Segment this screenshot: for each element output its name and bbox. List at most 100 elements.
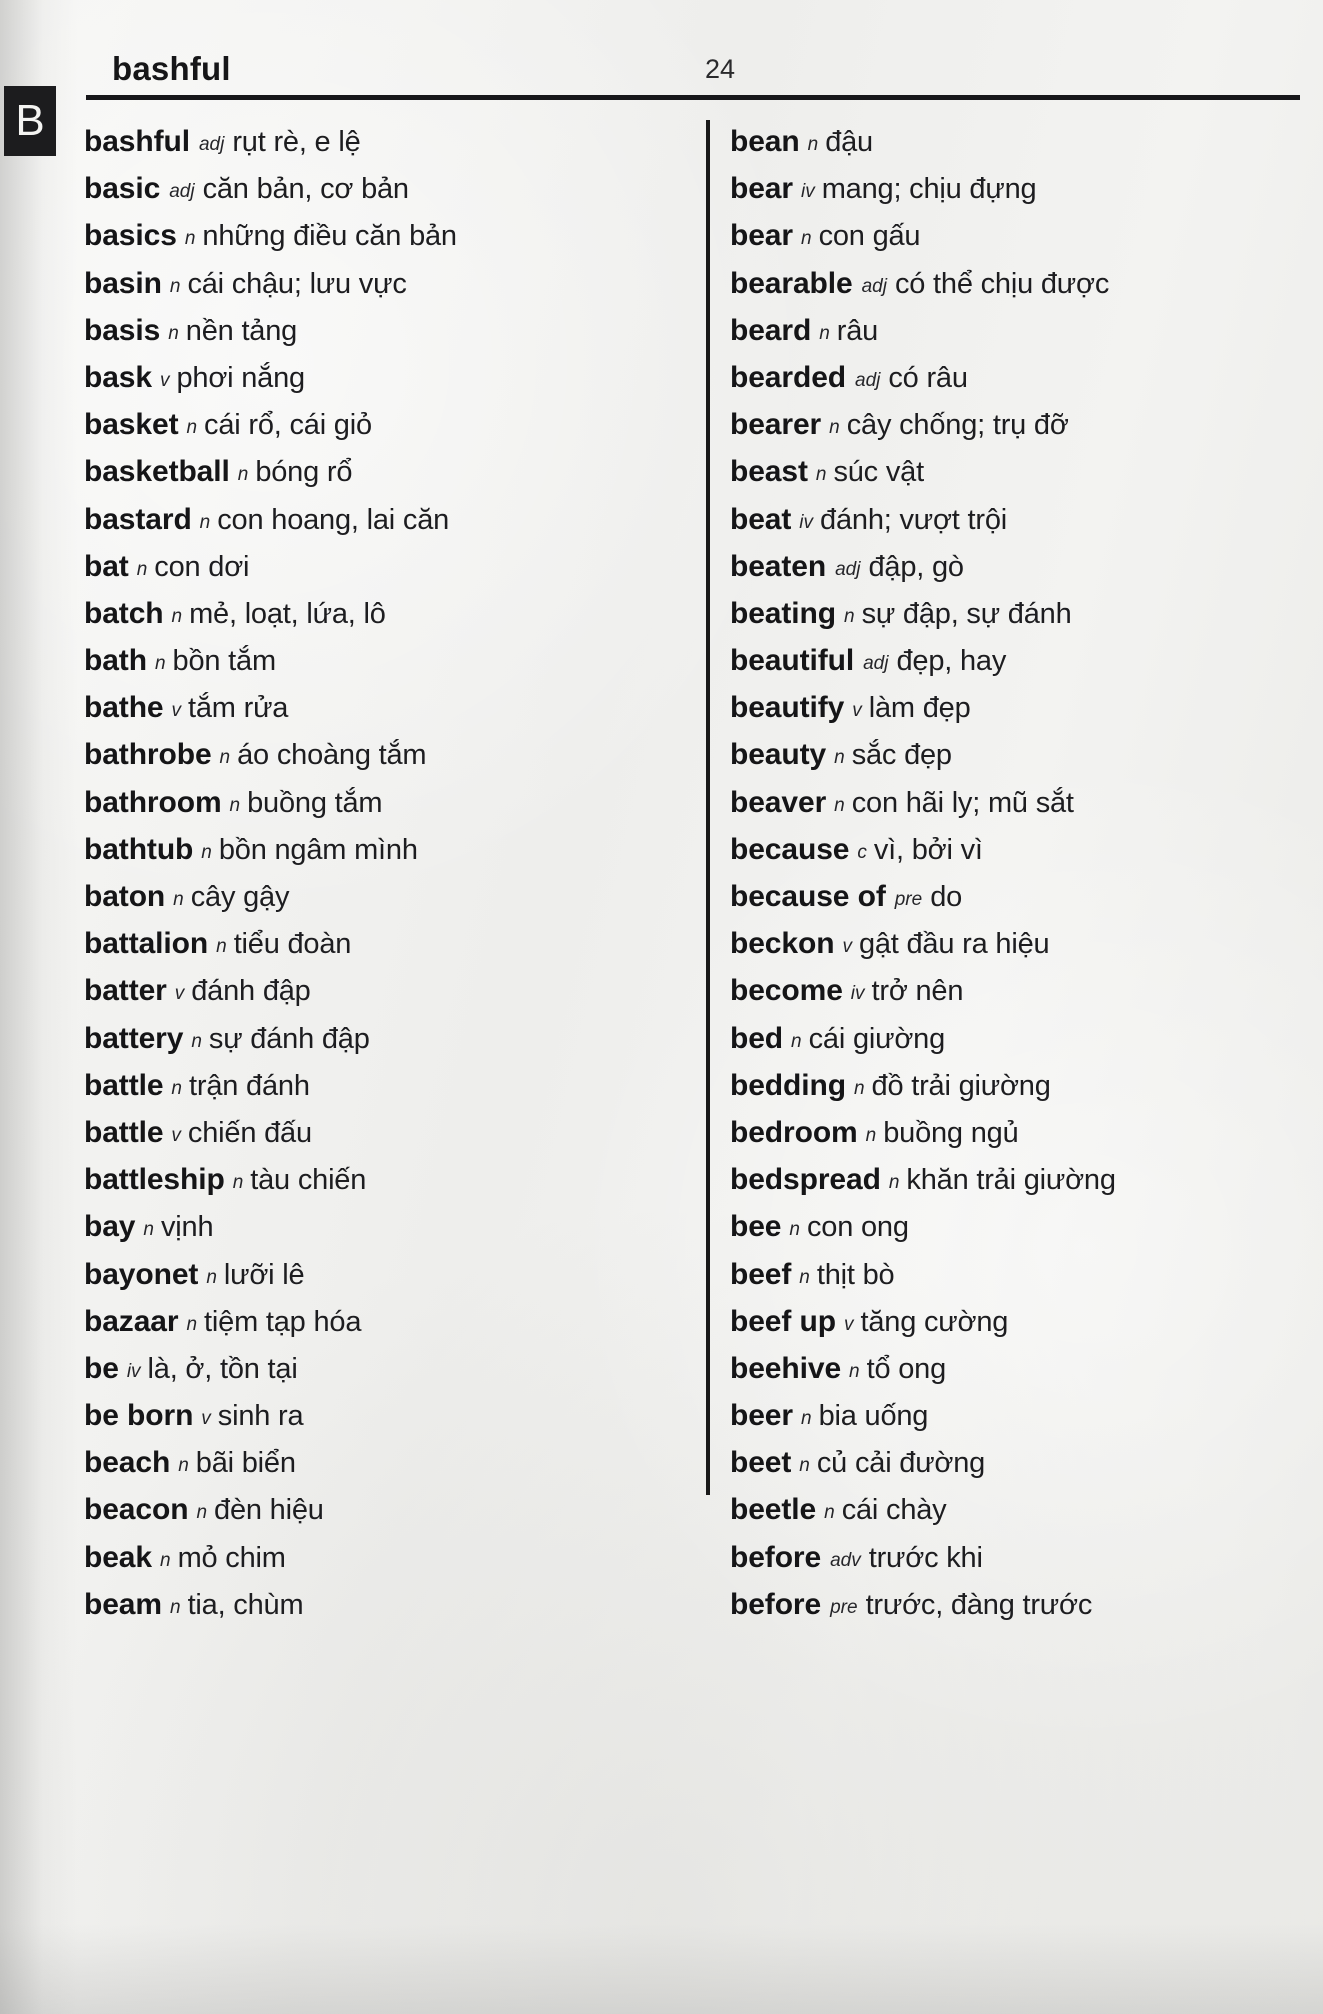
entry-headword: before [730, 1540, 822, 1574]
entry-headword: beat [730, 502, 792, 536]
entry-headword: baton [84, 880, 166, 913]
entry-definition: sắc đẹp [851, 739, 952, 772]
entry-part-of-speech: n [799, 1266, 810, 1288]
dictionary-entry: battery n sự đánh đập [84, 1015, 684, 1062]
dictionary-entry: beacon n đèn hiệu [84, 1486, 684, 1533]
entry-headword: bedspread [730, 1163, 881, 1197]
dictionary-entry: beet n củ cải đường [730, 1439, 1310, 1486]
dictionary-entry: bedding n đồ trải giường [730, 1062, 1310, 1109]
dictionary-entry: beer n bia uống [730, 1392, 1310, 1439]
dictionary-entry: beautify v làm đẹp [730, 684, 1310, 731]
entry-part-of-speech: n [186, 417, 198, 439]
entry-part-of-speech: n [171, 605, 183, 627]
entry-definition: trước khi [868, 1541, 983, 1574]
entry-definition: tàu chiến [250, 1164, 367, 1197]
entry-headword: beast [730, 455, 808, 489]
dictionary-entry: bedspread n khăn trải giường [730, 1156, 1310, 1203]
entry-part-of-speech: v [171, 1124, 181, 1146]
entry-part-of-speech: n [201, 841, 212, 863]
entry-headword: beef up [730, 1304, 836, 1338]
entry-definition: râu [836, 314, 879, 347]
entry-definition: rụt rè, e lệ [232, 126, 361, 158]
entry-headword: bed [730, 1021, 784, 1055]
entry-headword: beauty [730, 738, 827, 772]
thumb-index-letter: B [15, 96, 45, 145]
dictionary-entry: beaten adj đập, gò [730, 543, 1310, 590]
entry-definition: con dơi [154, 550, 250, 583]
entry-part-of-speech: n [154, 653, 166, 675]
entry-headword: battleship [84, 1163, 225, 1197]
entry-definition: có râu [888, 361, 968, 394]
entry-part-of-speech: n [237, 464, 249, 486]
dictionary-body: bashful adj rụt rè, e lệ basic adj căn bản, c… [78, 118, 1310, 1621]
dictionary-entry: before adv trước khi [730, 1534, 1310, 1581]
entry-part-of-speech: n [169, 1596, 181, 1618]
dictionary-entry: basin n cái chậu; lưu vực [84, 260, 684, 307]
entry-part-of-speech: n [169, 275, 181, 297]
entry-part-of-speech: n [184, 228, 196, 250]
entry-part-of-speech: pre [830, 1596, 858, 1618]
entry-part-of-speech: pre [894, 889, 923, 910]
entry-headword: bathe [84, 691, 164, 725]
entry-part-of-speech: n [834, 747, 845, 769]
dictionary-entry: bazaar n tiệm tạp hóa [84, 1298, 684, 1345]
entry-part-of-speech: n [819, 322, 830, 344]
entry-definition: đậu [825, 126, 873, 158]
dictionary-entry: beating n sự đập, sự đánh [730, 590, 1310, 637]
entry-headword: beating [730, 596, 836, 630]
entry-part-of-speech: v [174, 983, 185, 1005]
dictionary-entry: beef n thịt bò [730, 1251, 1310, 1298]
entry-part-of-speech: n [159, 1549, 171, 1571]
entry-part-of-speech: n [800, 1408, 812, 1430]
entry-definition: bóng rổ [255, 456, 353, 489]
entry-headword: because of [730, 880, 886, 913]
dictionary-entry: beauty n sắc đẹp [730, 731, 1310, 778]
entry-part-of-speech: adj [855, 369, 881, 391]
entry-definition: cây gậy [190, 881, 290, 913]
entry-part-of-speech: c [857, 841, 867, 863]
page-bottom-shadow [0, 1924, 1323, 2014]
entry-headword: batter [84, 974, 167, 1008]
entry-headword: become [730, 974, 843, 1008]
entry-headword: bee [730, 1210, 782, 1244]
entry-headword: bayonet [84, 1257, 199, 1291]
entry-headword: beam [84, 1587, 162, 1621]
entry-definition: tiệm tạp hóa [204, 1305, 362, 1338]
page-edge-shadow [0, 0, 78, 2014]
entry-definition: áo choàng tắm [237, 739, 427, 772]
entry-headword: battle [84, 1115, 164, 1149]
entry-headword: bashful [84, 125, 190, 158]
entry-headword: bask [84, 360, 152, 394]
entry-definition: mỏ chim [177, 1541, 286, 1574]
entry-headword: bearer [730, 408, 822, 442]
page-number: 24 [705, 54, 736, 84]
dictionary-entry: beautiful adj đẹp, hay [730, 637, 1310, 684]
entry-definition: tia, chùm [187, 1588, 304, 1621]
entry-definition: trở nên [871, 975, 964, 1008]
entry-headword: beard [730, 313, 812, 347]
entry-definition: những điều căn bản [202, 220, 457, 253]
dictionary-entry: bearded adj có râu [730, 354, 1310, 401]
entry-part-of-speech: v [159, 369, 170, 391]
entry-headword: beach [84, 1446, 171, 1480]
entry-definition: trận đánh [189, 1069, 310, 1102]
entry-headword: beautiful [730, 644, 855, 678]
dictionary-entry: baton n cây gậy [84, 873, 684, 920]
entry-part-of-speech: adv [830, 1549, 861, 1571]
entry-part-of-speech: adj [169, 181, 195, 203]
entry-definition: cái rổ, cái giỏ [204, 409, 372, 442]
entry-part-of-speech: adj [863, 653, 889, 675]
entry-part-of-speech: iv [850, 983, 865, 1005]
entry-headword: bat [84, 549, 129, 583]
entry-headword: bathtub [84, 832, 194, 866]
entry-definition: đẹp, hay [896, 645, 1007, 678]
entry-headword: beaver [730, 785, 827, 819]
dictionary-entry: basic adj căn bản, cơ bản [84, 165, 684, 212]
entry-headword: beacon [84, 1493, 189, 1527]
dictionary-entry: beard n râu [730, 307, 1310, 354]
entry-definition: sự đánh đập [208, 1022, 370, 1055]
entry-part-of-speech: n [849, 1360, 860, 1382]
entry-part-of-speech: n [807, 134, 819, 155]
dictionary-entry: batter v đánh đập [84, 967, 684, 1014]
dictionary-entry: beak n mỏ chim [84, 1534, 684, 1581]
